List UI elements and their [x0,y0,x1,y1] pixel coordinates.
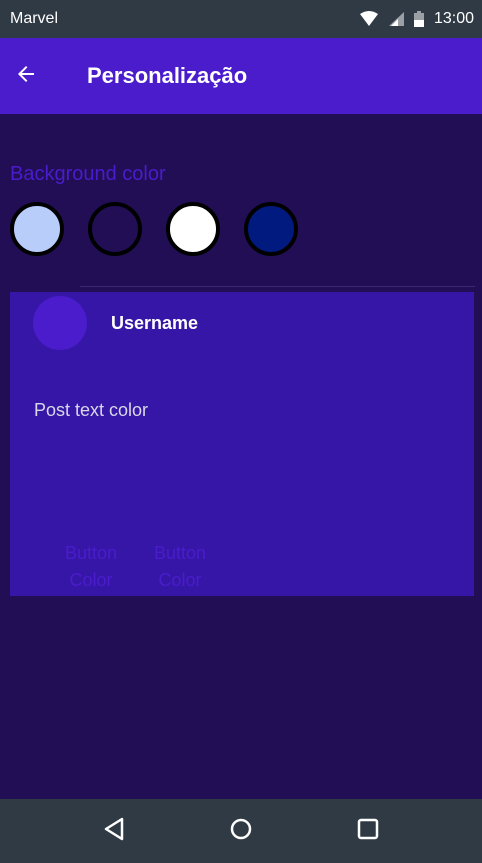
wifi-icon [359,11,378,27]
system-nav-bar [0,799,482,863]
home-circle-icon [229,817,253,846]
button-color-2[interactable]: Button Color [140,540,220,594]
nav-back-button[interactable] [94,811,134,851]
username-label[interactable]: Username [111,313,198,334]
nav-home-button[interactable] [221,811,261,851]
signal-icon [388,11,404,27]
avatar[interactable] [33,296,87,350]
clock-label: 13:00 [433,10,474,27]
divider [80,286,475,287]
arrow-left-icon [14,62,38,91]
button-color-2-line1: Button [153,543,207,563]
status-bar: Marvel 13:00 [0,0,482,38]
back-triangle-icon [103,817,125,846]
status-icons: 13:00 [359,10,474,28]
swatch-light-blue[interactable] [10,202,64,256]
button-color-1-line1: Button [64,543,118,563]
app-bar: Personalização [0,38,482,114]
background-color-swatches [10,202,298,256]
nav-recents-button[interactable] [348,811,388,851]
swatch-navy[interactable] [244,202,298,256]
swatch-white[interactable] [166,202,220,256]
post-preview-card: Username Post text color Button Color Bu… [10,292,474,596]
background-color-label: Background color [10,163,166,185]
carrier-label: Marvel [10,10,59,27]
button-color-1-line2: Color [69,570,113,590]
page-title: Personalização [87,63,248,88]
button-color-1[interactable]: Button Color [51,540,131,594]
recents-square-icon [357,818,379,845]
swatch-dark-purple[interactable] [88,202,142,256]
button-color-2-line2: Color [158,570,202,590]
post-text-color-label[interactable]: Post text color [34,400,148,421]
battery-icon [413,11,424,27]
back-button[interactable] [0,50,52,102]
